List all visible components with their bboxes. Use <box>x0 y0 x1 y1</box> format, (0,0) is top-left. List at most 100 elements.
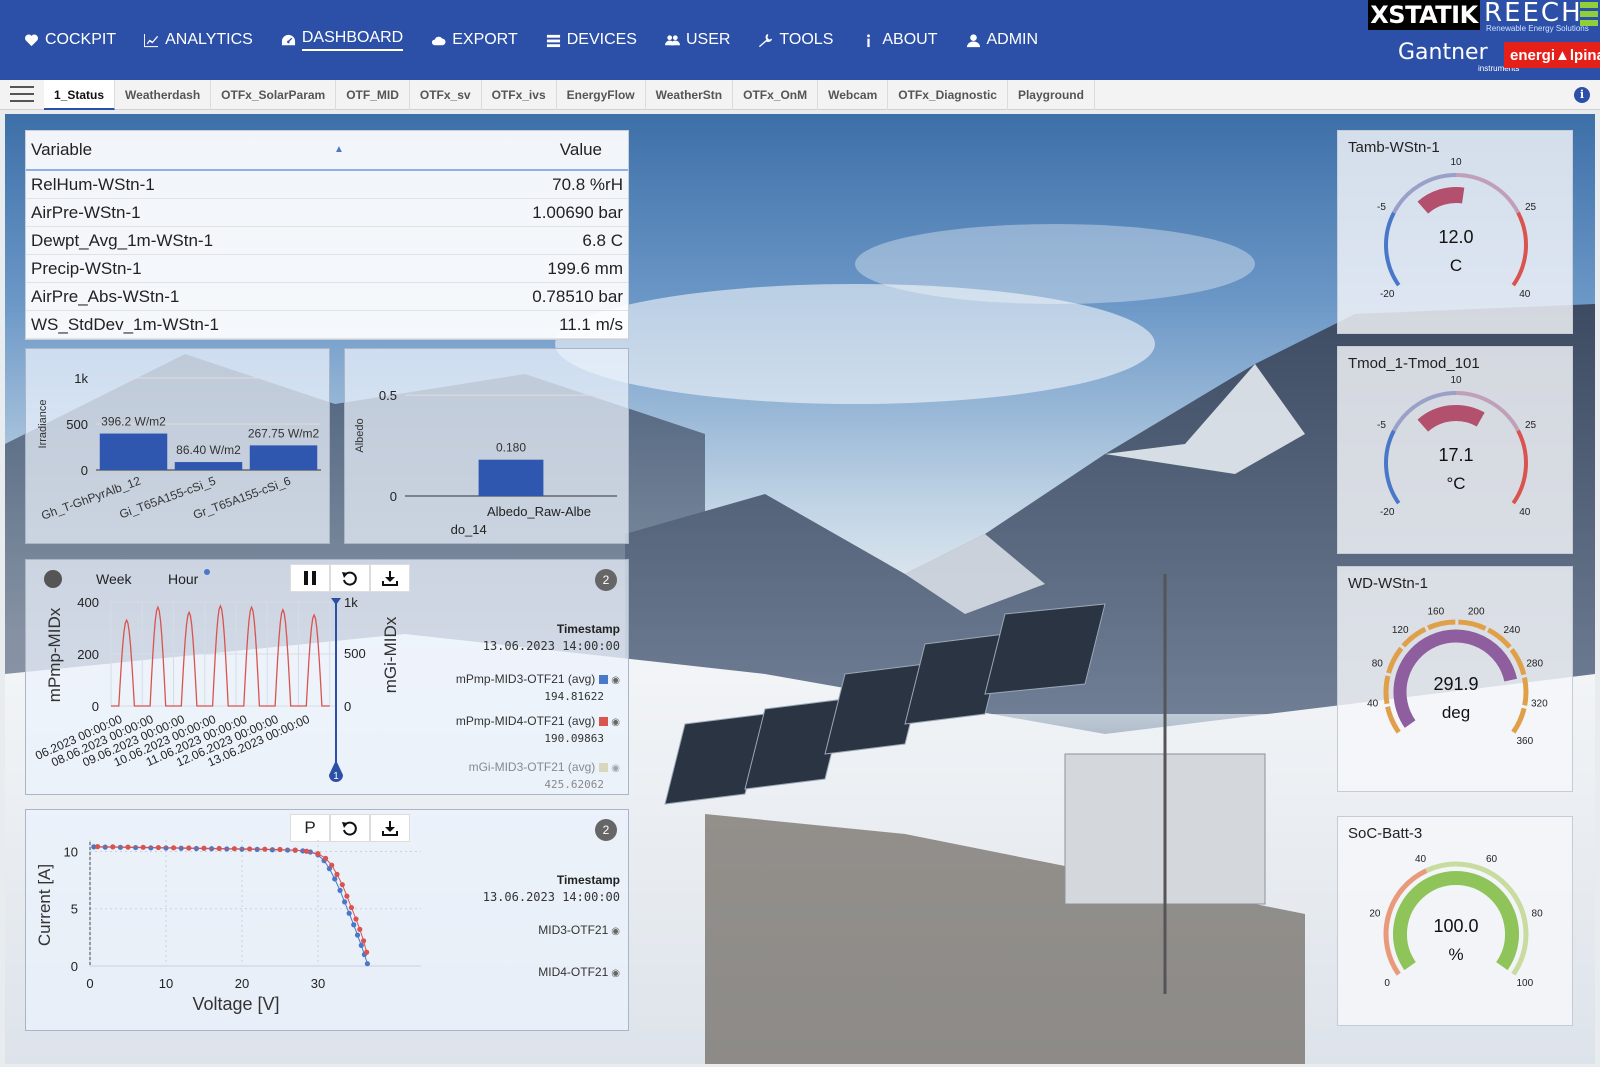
xstatik-logo: XSTATIK <box>1368 0 1480 30</box>
iv-data-point[interactable] <box>304 848 310 854</box>
visibility-toggle-icon[interactable]: ◉ <box>611 675 620 686</box>
cursor-handle-label: 1 <box>333 771 339 782</box>
nav-user[interactable]: USER <box>651 26 744 54</box>
tab-1-status[interactable]: 1_Status <box>44 80 116 110</box>
iv-data-point[interactable] <box>216 845 222 852</box>
iv-data-point[interactable] <box>323 855 329 861</box>
tab-otfx-ivs[interactable]: OTFx_ivs <box>482 80 557 110</box>
iv-data-point[interactable] <box>354 932 361 938</box>
gauge-tamb[interactable]: -20 -5 10 25 40 12.0 C Tamb-WStn-1 <box>1337 130 1573 334</box>
visibility-toggle-icon[interactable]: ◉ <box>611 717 620 728</box>
tab-weatherstn[interactable]: WeatherStn <box>646 80 734 110</box>
bar[interactable] <box>99 433 168 470</box>
tab-otfx-solarparam[interactable]: OTFx_SolarParam <box>211 80 337 110</box>
nav-devices[interactable]: DEVICES <box>532 26 651 54</box>
table-row[interactable]: WS_StdDev_1m-WStn-1 11.1 m/s <box>26 311 628 339</box>
hamburger-menu-icon[interactable] <box>10 86 34 104</box>
visibility-toggle-icon[interactable]: ◉ <box>611 763 620 774</box>
table-row[interactable]: AirPre-WStn-1 1.00690 bar <box>26 199 628 227</box>
nav-about[interactable]: ABOUT <box>847 26 951 54</box>
iv-data-point[interactable] <box>125 844 131 850</box>
variable-cell: Dewpt_Avg_1m-WStn-1 <box>31 231 214 250</box>
iv-data-point[interactable] <box>171 845 177 851</box>
nav-cockpit[interactable]: COCKPIT <box>10 26 130 54</box>
iv-data-point[interactable] <box>247 846 253 852</box>
iv-data-point[interactable] <box>201 845 207 851</box>
iv-data-point[interactable] <box>186 845 192 851</box>
gauge-tick-label: 240 <box>1503 625 1520 636</box>
table-row[interactable]: RelHum-WStn-1 70.8 %rH <box>26 171 628 199</box>
tab-weatherdash[interactable]: Weatherdash <box>115 80 212 110</box>
sort-ascending-icon[interactable]: ▲ <box>334 131 344 169</box>
column-header-variable[interactable]: Variable <box>31 131 92 169</box>
iv-data-point[interactable] <box>353 916 359 922</box>
nav-analytics[interactable]: ANALYTICS <box>130 26 267 54</box>
column-header-value[interactable]: Value <box>560 131 602 169</box>
visibility-toggle-icon[interactable]: ◉ <box>611 926 620 937</box>
iv-data-point[interactable] <box>292 847 298 853</box>
iv-data-point[interactable] <box>95 844 101 850</box>
iv-data-point[interactable] <box>346 910 352 916</box>
iv-data-point[interactable] <box>231 846 237 852</box>
iv-data-point[interactable] <box>348 904 355 911</box>
iv-data-point[interactable] <box>329 862 335 868</box>
iv-data-point[interactable] <box>344 893 350 899</box>
legend-series-name[interactable]: MID3-OTF21 ◉ <box>538 923 620 937</box>
nav-export[interactable]: EXPORT <box>417 26 532 54</box>
legend-series-name[interactable]: MID4-OTF21 ◉ <box>538 965 620 979</box>
tab-energyflow[interactable]: EnergyFlow <box>557 80 646 110</box>
y-axis-label-right: mGi-MIDx <box>381 616 400 693</box>
series-count-badge[interactable]: 2 <box>595 569 617 591</box>
table-row[interactable]: Dewpt_Avg_1m-WStn-1 6.8 C <box>26 227 628 255</box>
iv-data-point[interactable] <box>334 871 340 877</box>
gauge-wd[interactable]: 40 80 120 160 200 240 280 320 360 291.9 deg WD-WStn… <box>1337 566 1573 792</box>
table-row[interactable]: Precip-WStn-1 199.6 mm <box>26 255 628 283</box>
iv-data-point[interactable] <box>277 846 283 853</box>
iv-data-point[interactable] <box>315 851 321 857</box>
series-count-badge-iv[interactable]: 2 <box>595 819 617 841</box>
nav-label: ADMIN <box>986 31 1039 48</box>
legend-series-name[interactable]: mPmp-MID3-OTF21 (avg) ◉ <box>456 672 620 686</box>
logo-area: XSTATIK REECH Renewable Energy Solutions… <box>1368 0 1600 80</box>
legend-series-name[interactable]: mPmp-MID4-OTF21 (avg) ◉ <box>456 714 620 728</box>
bar[interactable] <box>478 459 544 496</box>
iv-data-point[interactable] <box>155 844 161 851</box>
info-icon[interactable]: i <box>1574 87 1590 103</box>
tab-webcam[interactable]: Webcam <box>818 80 889 110</box>
gauge-soc[interactable]: 0 20 40 60 80 100 100.0% SoC-Batt-3 <box>1337 816 1573 1026</box>
bar[interactable] <box>249 445 318 470</box>
gauge-scale-band <box>1384 211 1401 287</box>
nav-dashboard[interactable]: DASHBOARD <box>267 26 417 54</box>
iv-data-point[interactable] <box>358 942 364 948</box>
legend-series-value: 425.62062 <box>544 778 604 791</box>
iv-data-point[interactable] <box>339 882 345 888</box>
tab-otfx-sv[interactable]: OTFx_sv <box>410 80 482 110</box>
tab-otfx-diagnostic[interactable]: OTFx_Diagnostic <box>888 80 1008 110</box>
iv-data-point[interactable] <box>140 844 146 850</box>
gauge-tmod[interactable]: -20 -5 10 25 40 17.1 °C Tmod_1-Tmod_101 <box>1337 346 1573 554</box>
table-row[interactable]: AirPre_Abs-WStn-1 0.78510 bar <box>26 283 628 311</box>
iv-data-point[interactable] <box>361 938 367 944</box>
albedo-bar-chart: 0 0.5 Albedo 0.180 Albedo_Raw-Albedo_14 <box>354 388 617 537</box>
nav-admin[interactable]: ADMIN <box>952 26 1053 54</box>
tab-otf-mid[interactable]: OTF_MID <box>336 80 410 110</box>
nav-tools[interactable]: TOOLS <box>744 26 847 54</box>
legend-series-name[interactable]: mGi-MID3-OTF21 (avg) ◉ <box>469 760 620 774</box>
tab-otfx-onm[interactable]: OTFx_OnM <box>733 80 819 110</box>
iv-data-point[interactable] <box>262 846 268 852</box>
nav-label: ABOUT <box>882 31 938 48</box>
iv-data-point[interactable] <box>357 926 363 932</box>
y-tick-label: 500 <box>66 417 88 432</box>
iv-data-point[interactable] <box>342 899 348 905</box>
visibility-toggle-icon[interactable]: ◉ <box>611 968 620 979</box>
iv-data-point[interactable] <box>332 876 338 882</box>
iv-data-point[interactable] <box>337 887 343 893</box>
gauge-unit: °C <box>1446 474 1465 493</box>
series-line-mpmp[interactable] <box>111 604 330 707</box>
tab-playground[interactable]: Playground <box>1008 80 1095 110</box>
iv-data-point[interactable] <box>364 949 370 955</box>
iv-data-point[interactable] <box>364 961 370 967</box>
bar[interactable] <box>174 462 243 470</box>
iv-data-point[interactable] <box>351 922 357 928</box>
iv-data-point[interactable] <box>110 844 116 850</box>
